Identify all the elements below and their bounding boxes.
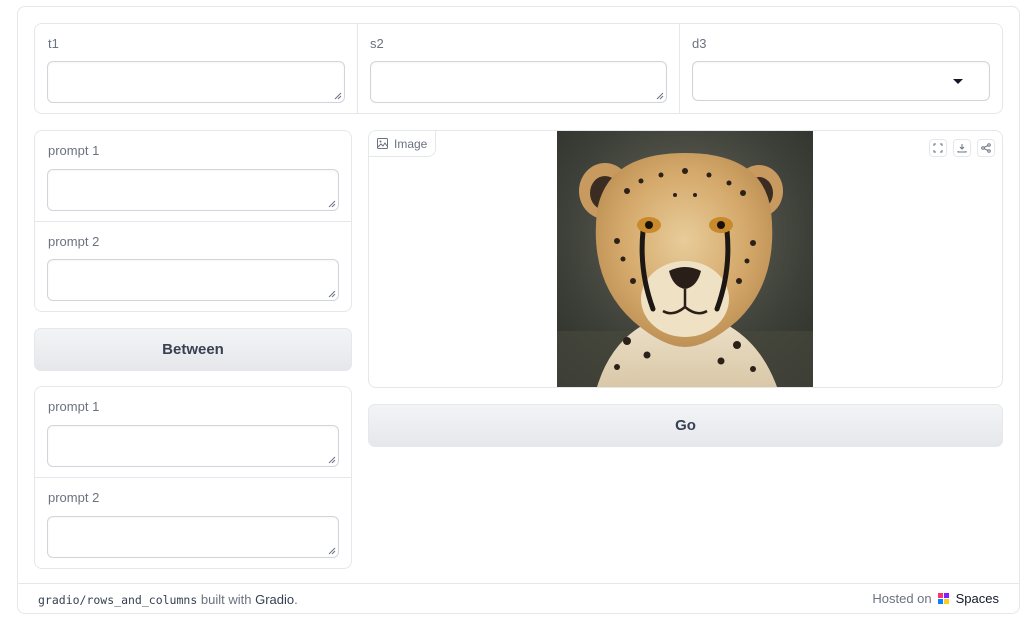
hosted-on-text: Hosted on xyxy=(872,591,932,606)
download-icon xyxy=(957,144,967,153)
d3-dropdown[interactable] xyxy=(692,61,990,101)
spaces-link[interactable]: Spaces xyxy=(956,591,999,606)
prompt-1-textbox[interactable] xyxy=(47,425,339,467)
image-icon xyxy=(377,138,388,149)
gradio-link[interactable]: Gradio xyxy=(255,592,294,607)
prompt-group-2: prompt 1 prompt 2 xyxy=(34,386,352,569)
period: . xyxy=(294,592,298,607)
resize-grip-icon[interactable] xyxy=(328,200,336,208)
built-with-text: built with xyxy=(200,592,252,607)
s2-textbox[interactable] xyxy=(370,61,667,103)
spaces-logo-icon xyxy=(937,592,949,604)
between-button[interactable]: Between xyxy=(34,328,352,371)
resize-grip-icon[interactable] xyxy=(328,456,336,464)
prompt-1-label: prompt 1 xyxy=(48,143,100,158)
image-panel: Image xyxy=(368,130,1003,388)
resize-grip-icon[interactable] xyxy=(328,290,336,298)
fullscreen-icon xyxy=(933,143,943,153)
top-row: t1 s2 d3 xyxy=(34,23,1003,114)
gradio-app: t1 s2 d3 prompt 1 prompt 2 Between promp… xyxy=(17,6,1020,614)
prompt-2-label: prompt 2 xyxy=(48,234,100,249)
fullscreen-button[interactable] xyxy=(929,139,947,157)
go-button[interactable]: Go xyxy=(368,404,1003,447)
resize-grip-icon[interactable] xyxy=(328,547,336,555)
prompt-group-1: prompt 1 prompt 2 xyxy=(34,130,352,312)
footer-left: gradio/rows_and_columns built with Gradi… xyxy=(38,592,298,607)
s2-label: s2 xyxy=(370,36,384,51)
divider xyxy=(357,24,358,113)
prompt-1-textbox[interactable] xyxy=(47,169,339,211)
footer: gradio/rows_and_columns built with Gradi… xyxy=(18,583,1019,613)
prompt-2-label: prompt 2 xyxy=(48,490,100,505)
repo-link[interactable]: gradio/rows_and_columns xyxy=(38,593,197,607)
image-label: Image xyxy=(369,131,437,157)
share-button[interactable] xyxy=(977,139,995,157)
cheetah-image xyxy=(557,131,813,387)
image-label-text: Image xyxy=(394,136,428,151)
prompt-1-label: prompt 1 xyxy=(48,399,100,414)
share-icon xyxy=(981,143,991,153)
footer-right: Hosted on Spaces xyxy=(872,591,999,606)
prompt-2-textbox[interactable] xyxy=(47,259,339,301)
divider xyxy=(35,477,351,478)
prompt-2-textbox[interactable] xyxy=(47,516,339,558)
resize-grip-icon[interactable] xyxy=(656,92,664,100)
download-button[interactable] xyxy=(953,139,971,157)
chevron-down-icon[interactable] xyxy=(953,79,963,84)
d3-label: d3 xyxy=(692,36,707,51)
t1-label: t1 xyxy=(48,36,59,51)
divider xyxy=(35,221,351,222)
divider xyxy=(679,24,680,113)
resize-grip-icon[interactable] xyxy=(334,92,342,100)
t1-textbox[interactable] xyxy=(47,61,345,103)
